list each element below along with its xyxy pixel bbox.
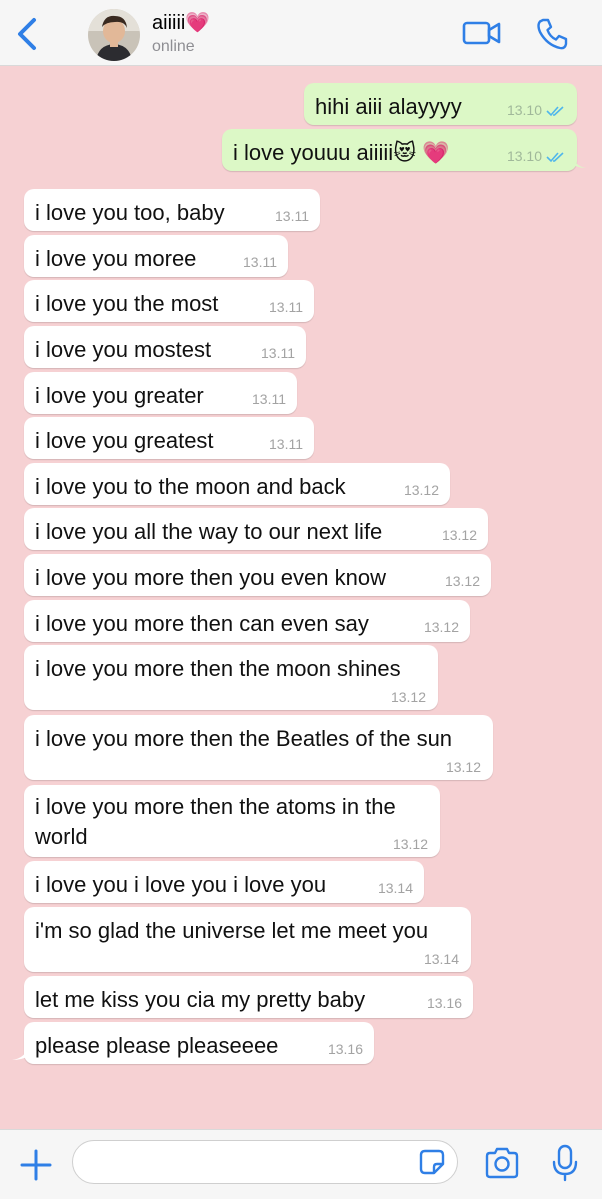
message-bubble-incoming[interactable]: i love you the most 13.11 — [24, 280, 314, 322]
voice-call-button[interactable] — [534, 16, 570, 52]
double-check-icon — [546, 152, 564, 163]
message-bubble-incoming[interactable]: i'm so glad the universe let me meet you… — [24, 907, 471, 972]
message-time: 13.12 — [444, 573, 480, 589]
message-bubble-incoming[interactable]: i love you moree 13.11 — [24, 235, 288, 277]
message-text: i love you all the way to our next life — [35, 519, 383, 544]
message-list[interactable]: hihi aiii alayyyy 13.10 i love youuu aii… — [0, 66, 602, 1129]
message-text: i love youuu aiiiii😻 💗 — [233, 140, 450, 165]
contact-status: online — [152, 38, 195, 55]
sticker-icon — [419, 1149, 445, 1175]
video-camera-icon — [462, 21, 501, 45]
phone-icon — [537, 18, 568, 50]
message-time: 13.14 — [377, 880, 413, 896]
plus-icon — [20, 1149, 52, 1181]
microphone-button[interactable] — [552, 1144, 578, 1182]
bubble-tail-icon — [572, 154, 586, 168]
message-time: 13.11 — [252, 391, 286, 407]
message-time: 13.12 — [445, 759, 481, 775]
message-bubble-incoming[interactable]: i love you i love you i love you 13.14 — [24, 861, 424, 903]
message-text: i love you the most — [35, 291, 219, 316]
message-time: 13.11 — [275, 208, 309, 224]
message-text: i love you more then the Beatles of the … — [35, 726, 453, 751]
message-bubble-incoming[interactable]: i love you greater 13.11 — [24, 372, 297, 414]
chevron-left-icon — [18, 18, 36, 50]
message-time: 13.11 — [269, 436, 303, 452]
message-bubble-incoming[interactable]: i love you all the way to our next life … — [24, 508, 488, 550]
message-text: i love you i love you i love you — [35, 872, 327, 897]
message-text: i love you more then you even know — [35, 565, 386, 590]
message-text: i love you greatest — [35, 428, 214, 453]
message-text: i love you moree — [35, 246, 197, 271]
message-bubble-incoming[interactable]: i love you more then can even say 13.12 — [24, 600, 470, 642]
message-text: i'm so glad the universe let me meet you — [35, 918, 429, 943]
message-text: i love you more then can even say — [35, 611, 369, 636]
message-bubble-incoming[interactable]: let me kiss you cia my pretty baby 13.16 — [24, 976, 473, 1018]
message-time: 13.12 — [392, 836, 428, 852]
message-input[interactable] — [72, 1140, 458, 1184]
message-time: 13.12 — [403, 482, 439, 498]
message-bubble-incoming[interactable]: please please pleaseeee 13.16 — [24, 1022, 374, 1064]
camera-icon — [485, 1147, 519, 1179]
contact-name[interactable]: aiiiii💗 — [152, 10, 210, 35]
message-text: hihi aiii alayyyy — [315, 94, 462, 119]
message-time: 13.12 — [423, 619, 459, 635]
double-check-icon — [546, 106, 564, 117]
back-button[interactable] — [14, 16, 42, 52]
attach-button[interactable] — [18, 1147, 54, 1183]
message-time: 13.12 — [390, 689, 426, 705]
message-bubble-incoming[interactable]: i love you more then the moon shines 13.… — [24, 645, 438, 710]
bubble-tail-icon — [12, 1046, 28, 1060]
chat-header: aiiiii💗 online — [0, 0, 602, 66]
message-text: let me kiss you cia my pretty baby — [35, 987, 366, 1012]
microphone-icon — [552, 1144, 578, 1182]
message-time: 13.12 — [441, 527, 477, 543]
message-bubble-outgoing[interactable]: i love youuu aiiiii😻 💗 13.10 — [222, 129, 577, 171]
message-time: 13.14 — [423, 951, 459, 967]
message-bubble-incoming[interactable]: i love you more then the atoms in the wo… — [24, 785, 440, 857]
message-time: 13.11 — [269, 299, 303, 315]
message-bubble-incoming[interactable]: i love you greatest 13.11 — [24, 417, 314, 459]
chat-screen: aiiiii💗 online hihi aiii alayyyy 13.10 i… — [0, 0, 602, 1199]
message-bubble-incoming[interactable]: i love you mostest 13.11 — [24, 326, 306, 368]
avatar[interactable] — [88, 9, 140, 61]
message-time: 13.10 — [507, 102, 566, 118]
message-bubble-incoming[interactable]: i love you more then the Beatles of the … — [24, 715, 493, 780]
message-bubble-incoming[interactable]: i love you too, baby 13.11 — [24, 189, 320, 231]
message-time: 13.16 — [327, 1041, 363, 1057]
sticker-button[interactable] — [418, 1148, 446, 1176]
message-text: please please pleaseeee — [35, 1033, 279, 1058]
message-text: i love you greater — [35, 383, 204, 408]
message-time: 13.11 — [261, 345, 295, 361]
message-text: i love you more then the moon shines — [35, 656, 401, 681]
avatar-photo — [88, 9, 140, 61]
message-text: i love you mostest — [35, 337, 212, 362]
message-time: 13.11 — [243, 254, 277, 270]
message-text: i love you to the moon and back — [35, 474, 346, 499]
message-bubble-incoming[interactable]: i love you to the moon and back 13.12 — [24, 463, 450, 505]
message-time: 13.10 — [507, 148, 566, 164]
message-text: i love you too, baby — [35, 200, 225, 225]
message-bubble-outgoing[interactable]: hihi aiii alayyyy 13.10 — [304, 83, 577, 125]
composer-bar — [0, 1129, 602, 1199]
message-bubble-incoming[interactable]: i love you more then you even know 13.12 — [24, 554, 491, 596]
message-time: 13.16 — [426, 995, 462, 1011]
camera-button[interactable] — [484, 1147, 520, 1179]
message-text: i love you more then the atoms in the wo… — [35, 794, 396, 849]
video-call-button[interactable] — [462, 18, 502, 48]
